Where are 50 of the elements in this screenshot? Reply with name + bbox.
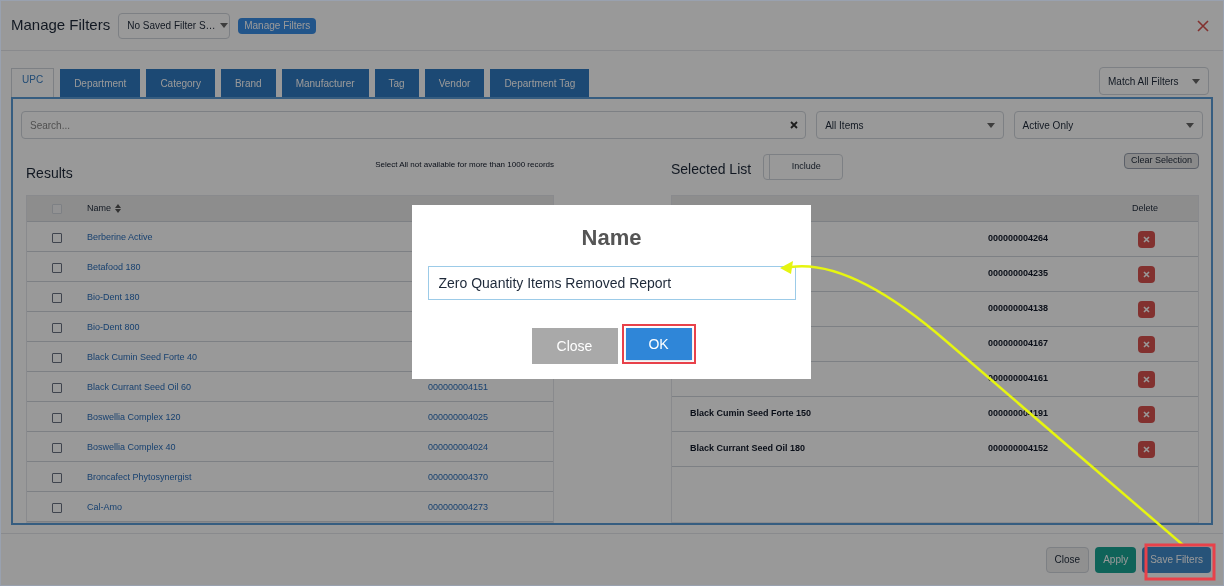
selected-list-heading: Selected List: [671, 160, 752, 179]
item-link[interactable]: Betafood 180: [87, 262, 141, 273]
item-link[interactable]: Black Currant Seed Oil 60: [87, 382, 192, 393]
upc-code: 000000004235: [988, 268, 1049, 279]
item-link[interactable]: Bio-Dent 800: [87, 322, 140, 333]
upc-link[interactable]: 000000004024: [428, 441, 489, 455]
item-link[interactable]: Bio-Dent 180: [87, 292, 140, 303]
filter-tab[interactable]: UPC: [11, 68, 55, 97]
dialog-title: Manage Filters: [11, 15, 111, 36]
upc-code: 000000004167: [988, 338, 1049, 349]
item-link[interactable]: Boswellia Complex 40: [87, 442, 176, 453]
results-heading: Results: [26, 164, 73, 183]
column-header: Delete: [1132, 201, 1158, 215]
upc-code: 000000004152: [988, 443, 1049, 454]
filter-tab[interactable]: Tag: [374, 69, 419, 97]
filter-tab[interactable]: Department Tag: [490, 69, 590, 97]
item-link[interactable]: Boswellia Complex 120: [87, 412, 181, 423]
dialog-heading: Name: [581, 224, 642, 252]
saved-filter-select[interactable]: No Saved Filter S…: [118, 12, 231, 39]
item-name: Black Currant Seed Oil 180: [690, 443, 806, 454]
manage-filters-button[interactable]: Manage Filters: [238, 17, 317, 34]
filter-tab[interactable]: Vendor: [424, 69, 485, 97]
upc-code: 000000004138: [988, 303, 1049, 314]
filter-tab[interactable]: Department: [60, 69, 141, 97]
status-filter-select[interactable]: Active Only: [1013, 111, 1203, 139]
clear-selection-button[interactable]: Clear Selection: [1123, 153, 1199, 169]
item-name: Black Cumin Seed Forte 150: [690, 408, 812, 419]
dialog-button[interactable]: Close: [531, 328, 618, 364]
record-limit-note: Select All not available for more than 1000 records: [375, 159, 554, 171]
column-header[interactable]: Name: [87, 201, 111, 216]
upc-code: 000000004264: [988, 233, 1049, 244]
item-link[interactable]: Cal-Amo: [87, 502, 122, 513]
item-filter-select[interactable]: All Items: [816, 111, 1004, 139]
upc-link[interactable]: 000000004370: [428, 471, 489, 485]
footer-button[interactable]: Save Filters: [1142, 546, 1211, 573]
filter-tab[interactable]: Category: [146, 69, 215, 97]
filter-tab[interactable]: Brand: [220, 69, 276, 97]
footer-button[interactable]: Close: [1045, 546, 1090, 573]
match-filter-select[interactable]: Match All Filters: [1099, 67, 1209, 95]
footer-button[interactable]: Apply: [1095, 546, 1137, 573]
include-toggle[interactable]: Include: [763, 153, 844, 180]
upc-link[interactable]: 000000004025: [428, 411, 489, 425]
name-input[interactable]: Zero Quantity Items Removed Report: [427, 266, 796, 300]
item-link[interactable]: Broncafect Phytosynergist: [87, 472, 192, 483]
search-field[interactable]: Search...: [21, 111, 807, 139]
item-link[interactable]: Berberine Active: [87, 232, 153, 243]
upc-link[interactable]: 000000004151: [428, 381, 489, 395]
item-link[interactable]: Black Cumin Seed Forte 40: [87, 352, 198, 363]
filter-tab[interactable]: Manufacturer: [281, 69, 369, 97]
upc-link[interactable]: 000000004273: [428, 501, 489, 515]
